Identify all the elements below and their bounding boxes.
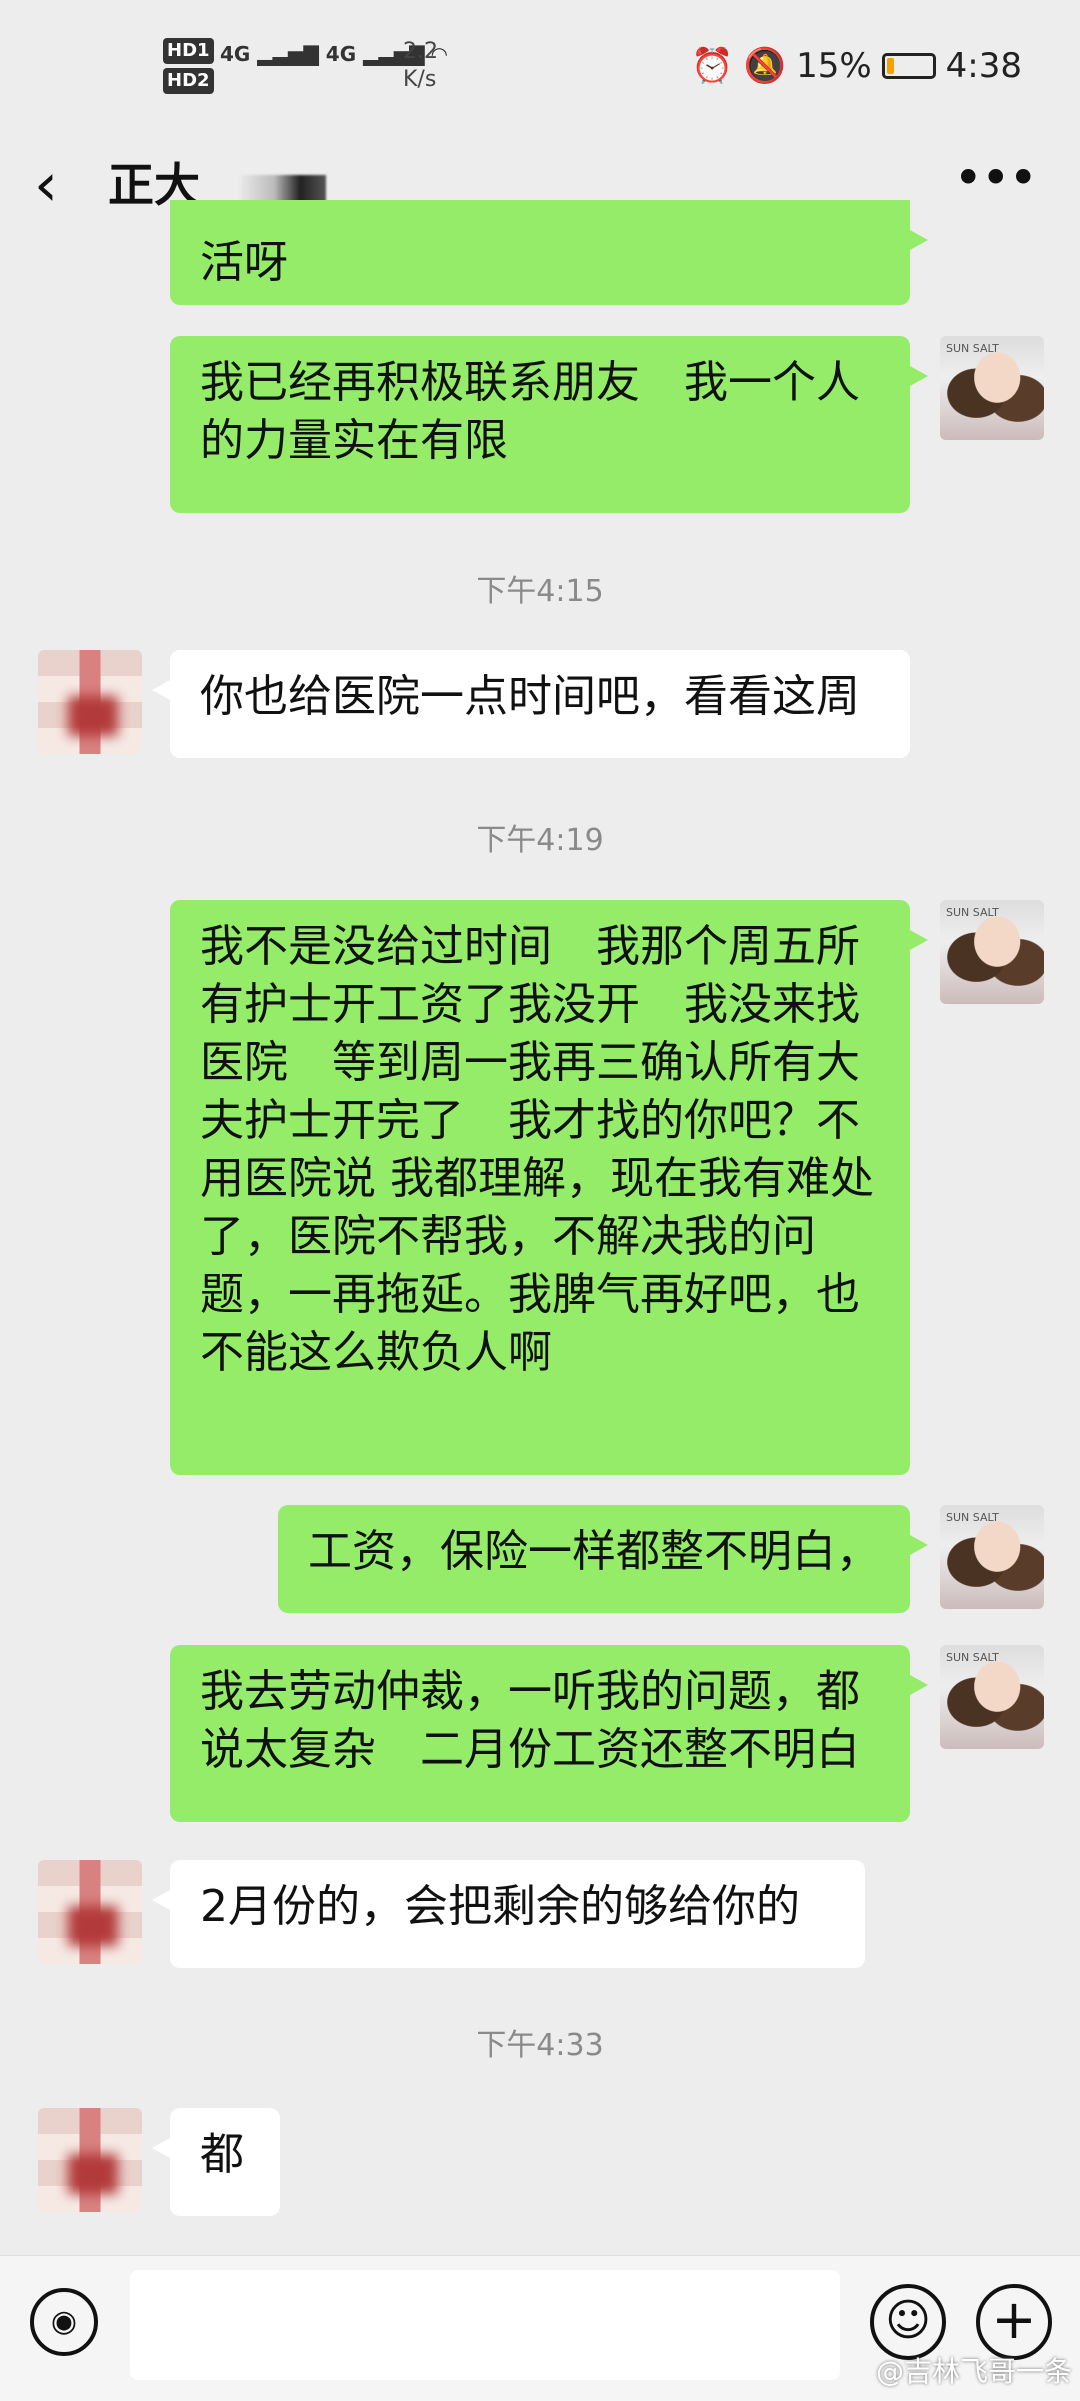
message-text: 都: [200, 2129, 244, 2180]
message-text: 我已经再积极联系朋友 我一个人的力量实在有限: [200, 357, 860, 466]
more-dots-icon[interactable]: •••: [954, 153, 1038, 203]
hd2-badge: HD2: [163, 68, 214, 94]
message-bubble[interactable]: 工资，保险一样都整不明白，: [278, 1505, 928, 1613]
contact-avatar[interactable]: [38, 650, 142, 754]
message-bubble[interactable]: 你也给医院一点时间吧，看看这周: [152, 650, 910, 758]
plus-icon[interactable]: +: [976, 2284, 1052, 2360]
watermark: @吉林飞哥一条: [875, 2355, 1072, 2388]
contact-avatar[interactable]: [38, 2108, 142, 2212]
my-avatar[interactable]: SUN SALT: [940, 900, 1044, 1004]
timestamp: 下午4:15: [476, 574, 604, 609]
timestamp: 下午4:19: [476, 823, 604, 858]
speed-value: 2.2: [403, 39, 438, 64]
alarm-icon: ⏰: [691, 46, 734, 86]
battery-percent: 15%: [796, 46, 872, 86]
message-text: 我不是没给过时间 我那个周五所有护士开工资了我没开 我没来找医院 等到周一我再三…: [200, 921, 874, 1378]
status-bar: HD1 HD2 4G ▂▃▅▇ 4G ▂▃▅▇ ◠ 2.2 K/s ⏰ 🔕 15…: [0, 0, 1080, 135]
battery-icon: [881, 53, 936, 79]
message-bubble[interactable]: 我不是没给过时间 我那个周五所有护士开工资了我没开 我没来找医院 等到周一我再三…: [170, 900, 928, 1475]
back-chevron-icon[interactable]: ‹: [34, 155, 58, 215]
speed-unit: K/s: [403, 67, 437, 92]
my-avatar[interactable]: SUN SALT: [940, 336, 1044, 440]
message-text: 我去劳动仲裁，一听我的问题，都说太复杂 二月份工资还整不明白: [200, 1666, 860, 1775]
message-bubble[interactable]: 都: [152, 2108, 280, 2216]
message-text: 工资，保险一样都整不明白，: [308, 1526, 880, 1577]
message-bubble[interactable]: 我去劳动仲裁，一听我的问题，都说太复杂 二月份工资还整不明白: [170, 1645, 928, 1822]
message-text: 活呀: [200, 237, 288, 288]
voice-icon[interactable]: ◉: [30, 2288, 98, 2356]
network-speed: 2.2 K/s: [403, 38, 438, 94]
message-bubble[interactable]: 2月份的，会把剩余的够给你的: [152, 1860, 865, 1968]
status-right: ⏰ 🔕 15% 4:38: [691, 46, 1022, 86]
mute-bell-icon: 🔕: [743, 46, 787, 86]
message-bubble[interactable]: 我已经再积极联系朋友 我一个人的力量实在有限: [170, 336, 928, 513]
message-input[interactable]: [130, 2270, 840, 2380]
contact-avatar[interactable]: [38, 1860, 142, 1964]
message-text: 2月份的，会把剩余的够给你的: [200, 1881, 800, 1932]
my-avatar[interactable]: SUN SALT: [940, 1645, 1044, 1749]
hd1-badge: HD1: [163, 38, 214, 64]
message-bubble[interactable]: 活呀: [170, 200, 928, 305]
hd-badges: HD1 HD2: [163, 38, 214, 98]
my-avatar[interactable]: SUN SALT: [940, 1505, 1044, 1609]
timestamp: 下午4:33: [476, 2028, 604, 2063]
emoji-icon[interactable]: ☺: [870, 2284, 946, 2360]
clock: 4:38: [945, 46, 1022, 86]
message-text: 你也给医院一点时间吧，看看这周: [200, 671, 860, 722]
